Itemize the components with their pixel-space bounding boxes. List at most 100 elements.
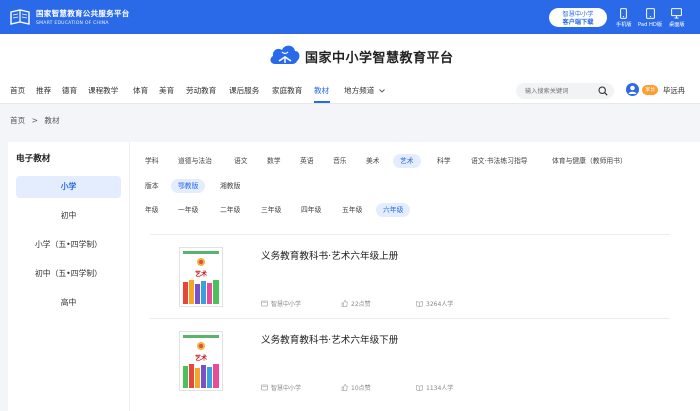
- book-likes-count: 10点赞: [351, 385, 371, 392]
- edition-chip-xiangjiao[interactable]: 湘教版: [213, 179, 247, 193]
- sidebar: 电子教材 小学 初中 小学（五•四学制） 初中（五•四学制） 高中: [8, 142, 129, 411]
- nav-home[interactable]: 首页: [10, 85, 25, 96]
- book-title[interactable]: 义务教育教科书·艺术六年级上册: [261, 248, 398, 262]
- book-card[interactable]: 艺术 义务教育教科书·艺术六年级上册 智慧中小学 22点赞 3264人学: [150, 236, 670, 318]
- top-bar: 国家智慧教育公共服务平台 SMART EDUCATION OF CHINA 智慧…: [0, 0, 700, 34]
- book-publisher-name: 智慧中小学: [271, 385, 302, 392]
- nav-local-channel-label: 地方频道: [344, 86, 375, 95]
- edition-label: 版本: [145, 182, 159, 190]
- cover-title: 艺术: [194, 271, 207, 278]
- book-cover[interactable]: 艺术: [179, 331, 223, 391]
- book-card[interactable]: 艺术 义务教育教科书·艺术六年级下册 智慧中小学 10点赞 1134人学: [150, 320, 670, 402]
- phone-icon: [620, 8, 628, 19]
- user-icon: [628, 85, 637, 94]
- device-desktop[interactable]: 桌面版: [669, 8, 685, 28]
- edition-chip-ejiao[interactable]: 鄂教版: [171, 179, 206, 193]
- thumbs-up-icon: [341, 300, 348, 307]
- device-mobile[interactable]: 手机版: [616, 8, 632, 28]
- nav-after-school[interactable]: 课后服务: [229, 85, 259, 96]
- grade-chip-3[interactable]: 三年级: [254, 203, 288, 217]
- site-header: 国家中小学智慧教育平台: [0, 34, 700, 78]
- grade-chip-1[interactable]: 一年级: [171, 203, 205, 217]
- book-cover[interactable]: 艺术: [179, 247, 223, 307]
- book-publisher: 智慧中小学: [261, 299, 301, 308]
- cover-band: [183, 335, 219, 338]
- sidebar-item-senior[interactable]: 高中: [16, 292, 121, 314]
- grade-chip-4[interactable]: 四年级: [294, 203, 328, 217]
- divider: [150, 234, 670, 235]
- sidebar-item-junior-54[interactable]: 初中（五•四学制）: [16, 263, 121, 285]
- breadcrumb-current: 教材: [44, 116, 60, 125]
- book-learners-count: 1134人学: [426, 385, 454, 392]
- nav-active-indicator: [314, 101, 330, 103]
- subject-chip-chinese[interactable]: 语文: [227, 154, 255, 168]
- device-pad-label: Pad HD版: [638, 22, 663, 28]
- subject-chip-calligraphy[interactable]: 语文·书法练习指导: [464, 154, 535, 168]
- subject-chip-math[interactable]: 数学: [260, 154, 288, 168]
- subject-chip-english[interactable]: 英语: [293, 154, 321, 168]
- breadcrumb-home[interactable]: 首页: [10, 116, 25, 125]
- nav-course-teaching[interactable]: 课程教学: [88, 85, 118, 96]
- subject-chip-pe-teacher[interactable]: 体育与健康（教师用书）: [545, 154, 634, 168]
- brand[interactable]: 国家智慧教育公共服务平台 SMART EDUCATION OF CHINA: [9, 7, 130, 27]
- grade-chip-5[interactable]: 五年级: [335, 203, 369, 217]
- nav-sports[interactable]: 体育: [133, 85, 148, 96]
- textbook-content: 学科 道德与法治 语文 数学 英语 音乐 美术 艺术 科学 语文·书法练习指导 …: [129, 142, 700, 411]
- book-open-icon: [416, 385, 423, 391]
- avatar[interactable]: [626, 83, 639, 96]
- nav-local-channel[interactable]: 地方频道: [344, 85, 385, 96]
- book-learners-count: 3264人学: [426, 301, 454, 308]
- book-publisher-name: 智慧中小学: [271, 301, 302, 308]
- book-likes: 22点赞: [341, 299, 371, 308]
- book-learners: 1134人学: [416, 383, 453, 392]
- book-logo-icon: [10, 9, 30, 25]
- cover-emblem-icon: [197, 258, 205, 266]
- nav-labor-education[interactable]: 劳动教育: [186, 85, 216, 96]
- subject-chip-arts[interactable]: 艺术: [393, 154, 421, 168]
- thumbs-up-icon: [341, 384, 348, 391]
- role-badge: 家长: [642, 85, 659, 95]
- tablet-icon: [645, 8, 655, 19]
- divider: [150, 318, 670, 319]
- nav-family-education[interactable]: 家庭教育: [272, 85, 302, 96]
- grade-label: 年级: [145, 206, 159, 214]
- book-title[interactable]: 义务教育教科书·艺术六年级下册: [261, 332, 398, 346]
- sidebar-item-junior[interactable]: 初中: [16, 205, 121, 227]
- download-line1: 智慧中小学: [562, 11, 594, 18]
- book-likes-count: 22点赞: [351, 301, 371, 308]
- subject-chip-music[interactable]: 音乐: [326, 154, 354, 168]
- monitor-icon: [671, 8, 683, 19]
- book-open-icon: [416, 301, 423, 307]
- nav-moral-education[interactable]: 德育: [62, 85, 77, 96]
- cover-emblem-icon: [197, 342, 205, 350]
- cover-art-illustration: [180, 278, 222, 306]
- brand-name-en: SMART EDUCATION OF CHINA: [36, 21, 109, 26]
- publisher-icon: [261, 300, 268, 307]
- client-download-button[interactable]: 智慧中小学 客户端下载: [549, 8, 607, 27]
- platform-logo[interactable]: 国家中小学智慧教育平台: [269, 42, 454, 70]
- subject-label: 学科: [145, 157, 159, 165]
- cover-band: [183, 251, 219, 254]
- subject-chip-morality[interactable]: 道德与法治: [171, 154, 219, 168]
- breadcrumb-separator: >: [31, 116, 38, 125]
- sidebar-item-primary[interactable]: 小学: [16, 176, 121, 198]
- main-nav: 首页 推荐 德育 课程教学 体育 美育 劳动教育 课后服务 家庭教育 教材 地方…: [0, 78, 700, 104]
- user-name[interactable]: 毕远冉: [663, 85, 685, 96]
- publisher-icon: [261, 384, 268, 391]
- sidebar-title: 电子教材: [16, 154, 51, 164]
- brand-name: 国家智慧教育公共服务平台: [36, 9, 130, 18]
- breadcrumb: 首页 > 教材: [10, 115, 64, 126]
- cloud-book-logo-icon: [270, 45, 300, 64]
- subject-chip-fine-arts[interactable]: 美术: [359, 154, 387, 168]
- nav-arts-education[interactable]: 美育: [159, 85, 174, 96]
- subject-chip-science[interactable]: 科学: [430, 154, 458, 168]
- device-pad[interactable]: Pad HD版: [638, 8, 662, 28]
- download-line2: 客户端下载: [562, 18, 594, 26]
- nav-recommend[interactable]: 推荐: [36, 85, 51, 96]
- grade-chip-2[interactable]: 二年级: [213, 203, 247, 217]
- sidebar-item-primary-54[interactable]: 小学（五•四学制）: [16, 234, 121, 256]
- book-learners: 3264人学: [416, 299, 453, 308]
- search-icon[interactable]: [598, 86, 608, 96]
- nav-textbooks[interactable]: 教材: [314, 85, 329, 96]
- grade-chip-6[interactable]: 六年级: [376, 203, 411, 217]
